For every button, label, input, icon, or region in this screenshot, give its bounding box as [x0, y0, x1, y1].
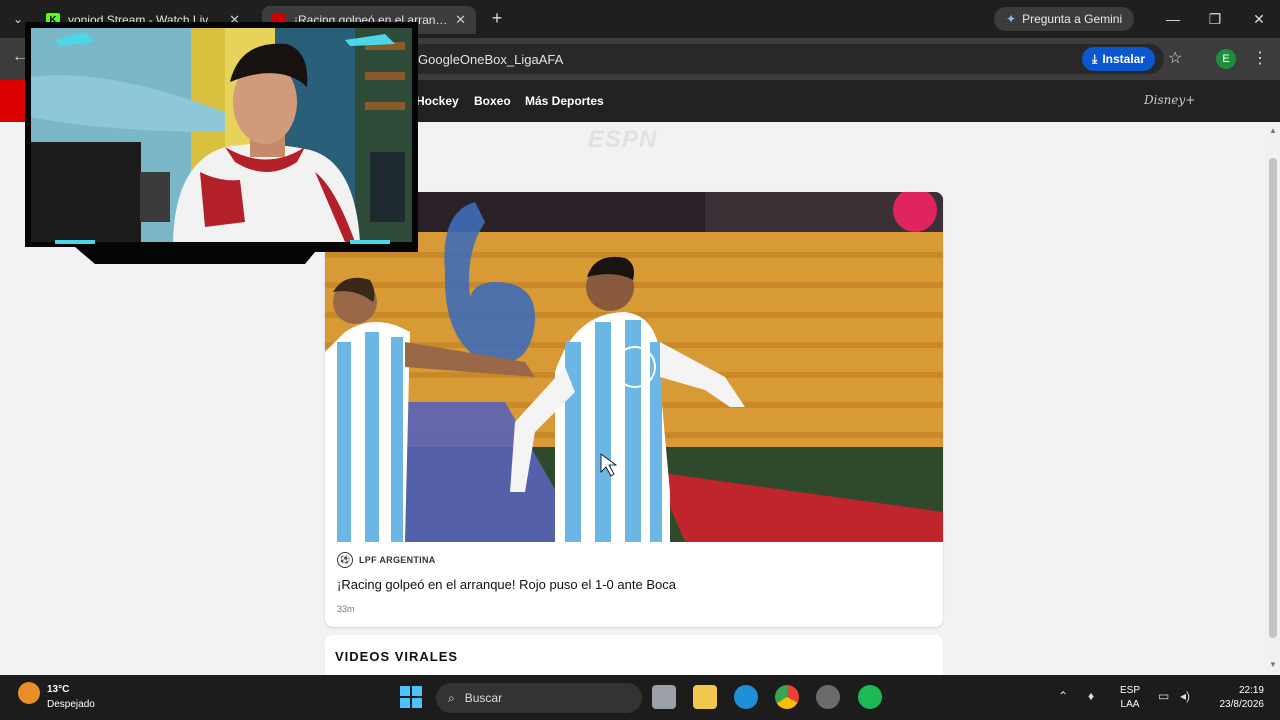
install-label: Instalar [1102, 52, 1145, 66]
close-icon[interactable]: ✕ [455, 12, 466, 28]
lang-line1: ESP [1120, 685, 1141, 696]
bookmark-star-icon[interactable]: ☆ [1168, 48, 1182, 68]
address-text: GoogleOneBox_LigaAFA [418, 51, 564, 67]
nav-item-mas-deportes[interactable]: Más Deportes [525, 94, 604, 108]
espn-watermark: ESPN [588, 126, 658, 153]
league-label[interactable]: LPF ARGENTINA [359, 555, 436, 565]
weather-icon[interactable] [18, 682, 40, 704]
viral-section-title: VIDEOS VIRALES [335, 649, 459, 664]
microphone-icon[interactable]: ♦ [1088, 689, 1094, 703]
file-explorer-icon[interactable] [693, 685, 717, 709]
lpf-logo-icon: ⚽ [337, 552, 353, 568]
system-clock[interactable]: 22:19 23/8/2026 [1208, 684, 1265, 712]
weather-desc[interactable]: Despejado [47, 699, 95, 710]
search-icon: ⌕ [448, 690, 455, 705]
maximize-button[interactable]: ❐ [1204, 8, 1226, 30]
espn-logo-edge[interactable] [0, 80, 26, 122]
windows-start-icon[interactable] [400, 686, 422, 708]
publish-time: 33m [337, 604, 355, 614]
task-view-icon[interactable] [652, 685, 676, 709]
gemini-label: Pregunta a Gemini [1022, 12, 1123, 26]
windows-taskbar: 13°C Despejado ⌕ Buscar ⌃ ♦ ESP LAA ▭ ◂)… [0, 675, 1280, 720]
card-meta: ⚽ LPF ARGENTINA [337, 552, 436, 568]
weather-temp[interactable]: 13°C [47, 684, 69, 695]
gemini-spark-icon: ✦ [1006, 12, 1017, 26]
lang-line2: LAA [1120, 699, 1140, 710]
screen: ⌄ K yoniod Stream - Watch Live on ✕ ¡Rac… [0, 0, 1280, 720]
close-window-button[interactable]: ✕ [1248, 8, 1270, 30]
article-headline[interactable]: ¡Racing golpeó en el arranque! Rojo puso… [337, 577, 676, 592]
volume-icon[interactable]: ◂) [1180, 689, 1190, 703]
new-tab-button[interactable]: + [487, 8, 507, 28]
network-icon[interactable]: ▭ [1158, 689, 1169, 703]
search-label: Buscar [464, 691, 503, 705]
scrollbar-thumb[interactable] [1269, 158, 1277, 638]
app-icon[interactable] [816, 685, 840, 709]
chevron-up-icon[interactable]: ⌃ [1058, 689, 1068, 703]
scroll-down-icon[interactable]: ▼ [1269, 660, 1277, 669]
install-icon: ⤓ [1092, 51, 1098, 66]
page-scrollbar[interactable]: ▲ ▼ [1266, 122, 1280, 675]
webcam-overlay [25, 22, 418, 264]
clock-time: 22:19 [1238, 685, 1264, 696]
install-button[interactable]: ⤓ Instalar [1082, 47, 1155, 71]
chrome-icon[interactable] [775, 685, 799, 709]
minimize-button[interactable]: — [1162, 8, 1184, 30]
nav-item-boxeo[interactable]: Boxeo [474, 94, 511, 108]
viral-videos-card: VIDEOS VIRALES [325, 635, 943, 675]
edge-icon[interactable] [734, 685, 758, 709]
taskbar-search[interactable]: ⌕ Buscar [436, 683, 642, 713]
clock-date: 23/8/2026 [1219, 699, 1265, 710]
language-indicator[interactable]: ESP LAA [1120, 684, 1140, 712]
menu-kebab-icon[interactable]: ⋮ [1252, 48, 1268, 68]
scroll-up-icon[interactable]: ▲ [1269, 126, 1277, 135]
gemini-button[interactable]: ✦ Pregunta a Gemini [994, 7, 1135, 31]
profile-avatar[interactable]: E [1216, 49, 1236, 69]
nav-item-hockey[interactable]: Hockey [416, 94, 459, 108]
spotify-icon[interactable] [858, 685, 882, 709]
disney-plus-logo[interactable]: Disney+ [1144, 93, 1195, 107]
